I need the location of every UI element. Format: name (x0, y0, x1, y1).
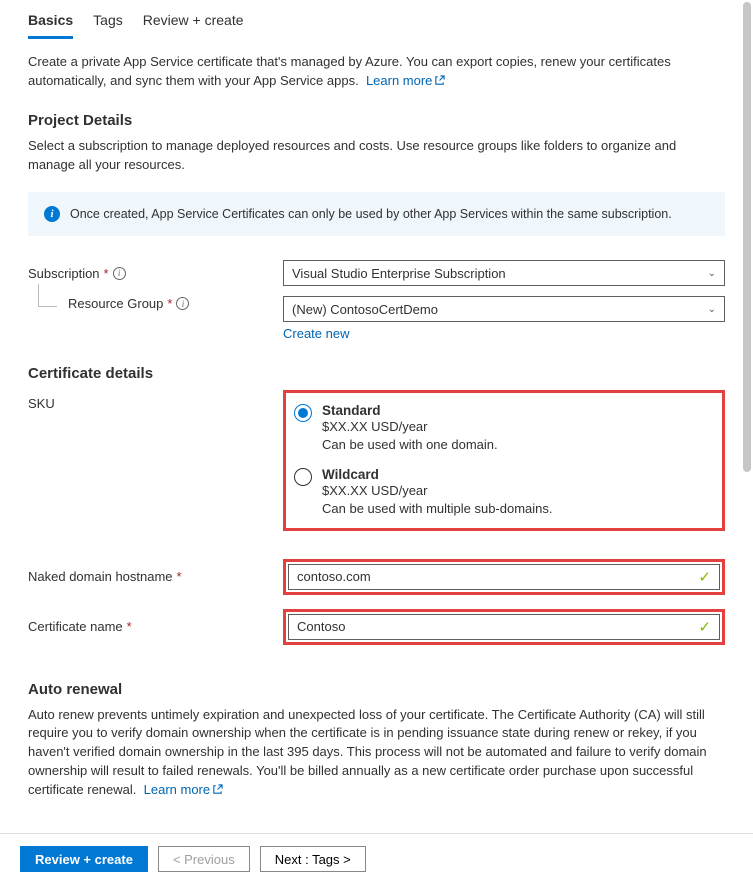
external-link-icon (434, 73, 445, 92)
hostname-input[interactable]: contoso.com ✓ (288, 564, 720, 590)
previous-button[interactable]: < Previous (158, 846, 250, 872)
info-callout: i Once created, App Service Certificates… (28, 192, 725, 236)
tooltip-icon[interactable]: i (113, 267, 126, 280)
sku-label: SKU (28, 390, 283, 411)
radio-wildcard[interactable] (294, 468, 312, 486)
check-icon: ✓ (698, 618, 711, 636)
intro-text: Create a private App Service certificate… (28, 53, 725, 92)
chevron-down-icon: ⌄ (708, 304, 716, 315)
learn-more-link[interactable]: Learn more (366, 73, 445, 88)
review-create-button[interactable]: Review + create (20, 846, 148, 872)
tooltip-icon[interactable]: i (176, 297, 189, 310)
cert-name-label: Certificate name * (28, 619, 283, 634)
sku-options-highlight: Standard $XX.XX USD/year Can be used wit… (283, 390, 725, 530)
tab-basics[interactable]: Basics (28, 12, 73, 39)
project-details-title: Project Details (28, 112, 725, 129)
tab-tags[interactable]: Tags (93, 12, 123, 39)
cert-name-highlight: Contoso ✓ (283, 609, 725, 645)
project-details-text: Select a subscription to manage deployed… (28, 137, 725, 175)
cert-details-title: Certificate details (28, 365, 725, 382)
sku-standard-option[interactable]: Standard $XX.XX USD/year Can be used wit… (294, 399, 714, 463)
tab-review[interactable]: Review + create (143, 12, 244, 39)
auto-enable-option[interactable]: Enable (283, 819, 349, 820)
auto-disable-option[interactable]: Disable (367, 819, 436, 820)
sku-wildcard-option[interactable]: Wildcard $XX.XX USD/year Can be used wit… (294, 463, 714, 521)
resource-group-label: Resource Group * i (28, 296, 283, 311)
vertical-scrollbar[interactable] (736, 0, 753, 820)
hostname-label: Naked domain hostname * (28, 569, 283, 584)
chevron-down-icon: ⌄ (708, 268, 716, 279)
auto-renewal-text: Auto renew prevents untimely expiration … (28, 706, 725, 801)
hostname-highlight: contoso.com ✓ (283, 559, 725, 595)
check-icon: ✓ (698, 568, 711, 586)
learn-more-auto-link[interactable]: Learn more (144, 782, 223, 797)
auto-renewal-title: Auto renewal (28, 681, 725, 698)
subscription-label: Subscription * i (28, 266, 283, 281)
radio-standard[interactable] (294, 404, 312, 422)
scroll-thumb[interactable] (743, 2, 751, 472)
info-icon: i (44, 206, 60, 222)
create-new-link[interactable]: Create new (283, 326, 349, 341)
subscription-select[interactable]: Visual Studio Enterprise Subscription ⌄ (283, 260, 725, 286)
info-text: Once created, App Service Certificates c… (70, 207, 672, 221)
footer-actions: Review + create < Previous Next : Tags > (0, 833, 753, 884)
cert-name-input[interactable]: Contoso ✓ (288, 614, 720, 640)
next-button[interactable]: Next : Tags > (260, 846, 366, 872)
external-link-icon (212, 782, 223, 801)
tabs-bar: Basics Tags Review + create (28, 0, 725, 39)
resource-group-select[interactable]: (New) ContosoCertDemo ⌄ (283, 296, 725, 322)
